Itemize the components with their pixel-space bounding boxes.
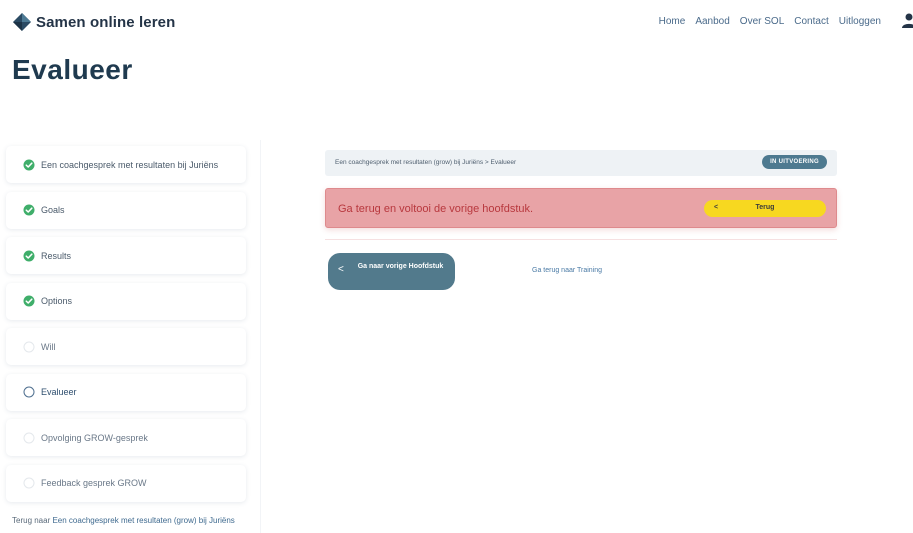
divider bbox=[325, 239, 837, 240]
error-alert: Ga terug en voltooi de vorige hoofdstuk.… bbox=[325, 188, 837, 228]
current-circle-icon bbox=[23, 386, 35, 398]
nav-home[interactable]: Home bbox=[659, 16, 686, 27]
chapter-label: Een coachgesprek met resultaten bij Juri… bbox=[41, 159, 219, 170]
chapter-label: Feedback gesprek GROW bbox=[41, 478, 147, 488]
chapter-goals[interactable]: Goals bbox=[6, 191, 246, 229]
empty-circle-icon bbox=[23, 477, 35, 489]
alert-message: Ga terug en voltooi de vorige hoofdstuk. bbox=[338, 203, 534, 215]
nav-uitloggen[interactable]: Uitloggen bbox=[839, 16, 881, 27]
logo-text: Samen online leren bbox=[36, 13, 176, 31]
status-badge: IN UITVOERING bbox=[762, 155, 827, 169]
nav-over-sol[interactable]: Over SOL bbox=[740, 16, 784, 27]
main-nav: Home Aanbod Over SOL Contact Uitloggen bbox=[649, 16, 881, 27]
back-prefix: Terug naar bbox=[12, 516, 53, 525]
back-to-training-link[interactable]: Ga terug naar Training bbox=[532, 267, 602, 274]
check-circle-icon bbox=[23, 295, 35, 307]
chapter-results[interactable]: Results bbox=[6, 237, 246, 274]
nav-contact[interactable]: Contact bbox=[794, 16, 828, 27]
previous-chapter-label: Ga naar vorige Hoofdstuk bbox=[357, 263, 444, 270]
back-to-training-text: Terug naar Een coachgesprek met resultat… bbox=[12, 516, 242, 526]
breadcrumb-bar: Een coachgesprek met resultaten (grow) b… bbox=[325, 150, 837, 176]
terug-label: Terug bbox=[755, 204, 775, 211]
sidebar-divider bbox=[260, 140, 261, 533]
chapter-label: Results bbox=[41, 250, 72, 261]
check-circle-icon bbox=[23, 204, 35, 216]
chapter-label: Goals bbox=[41, 205, 65, 215]
chapter-label: Evalueer bbox=[41, 387, 77, 397]
site-header: Samen online leren Home Aanbod Over SOL … bbox=[0, 0, 913, 46]
back-to-training-link[interactable]: Een coachgesprek met resultaten (grow) b… bbox=[52, 516, 234, 525]
user-icon[interactable] bbox=[901, 12, 913, 28]
terug-button[interactable]: < Terug bbox=[704, 200, 826, 217]
previous-chapter-button[interactable]: < Ga naar vorige Hoofdstuk bbox=[328, 253, 455, 290]
chapter-opvolging[interactable]: Opvolging GROW-gesprek bbox=[6, 419, 246, 456]
chapter-label: Options bbox=[41, 296, 73, 306]
logo[interactable]: Samen online leren bbox=[12, 12, 175, 32]
chapter-label: Opvolging GROW-gesprek bbox=[41, 432, 148, 443]
breadcrumb: Een coachgesprek met resultaten (grow) b… bbox=[335, 159, 517, 166]
chapter-label: Will bbox=[41, 341, 56, 352]
chapter-will[interactable]: Will bbox=[6, 328, 246, 365]
chapter-feedback[interactable]: Feedback gesprek GROW bbox=[6, 464, 246, 502]
check-circle-icon bbox=[23, 159, 35, 170]
nav-aanbod[interactable]: Aanbod bbox=[695, 16, 729, 27]
chapter-evalueer[interactable]: Evalueer bbox=[6, 373, 246, 411]
page-title: Evalueer bbox=[12, 54, 133, 85]
empty-circle-icon bbox=[23, 432, 35, 443]
logo-diamond-icon bbox=[13, 13, 31, 31]
check-circle-icon bbox=[23, 250, 35, 261]
chapter-sidebar: Een coachgesprek met resultaten bij Juri… bbox=[6, 146, 246, 510]
chapter-options[interactable]: Options bbox=[6, 282, 246, 320]
chapter-coachgesprek[interactable]: Een coachgesprek met resultaten bij Juri… bbox=[6, 146, 246, 183]
chevron-left-icon: < bbox=[338, 264, 344, 275]
empty-circle-icon bbox=[23, 341, 35, 352]
